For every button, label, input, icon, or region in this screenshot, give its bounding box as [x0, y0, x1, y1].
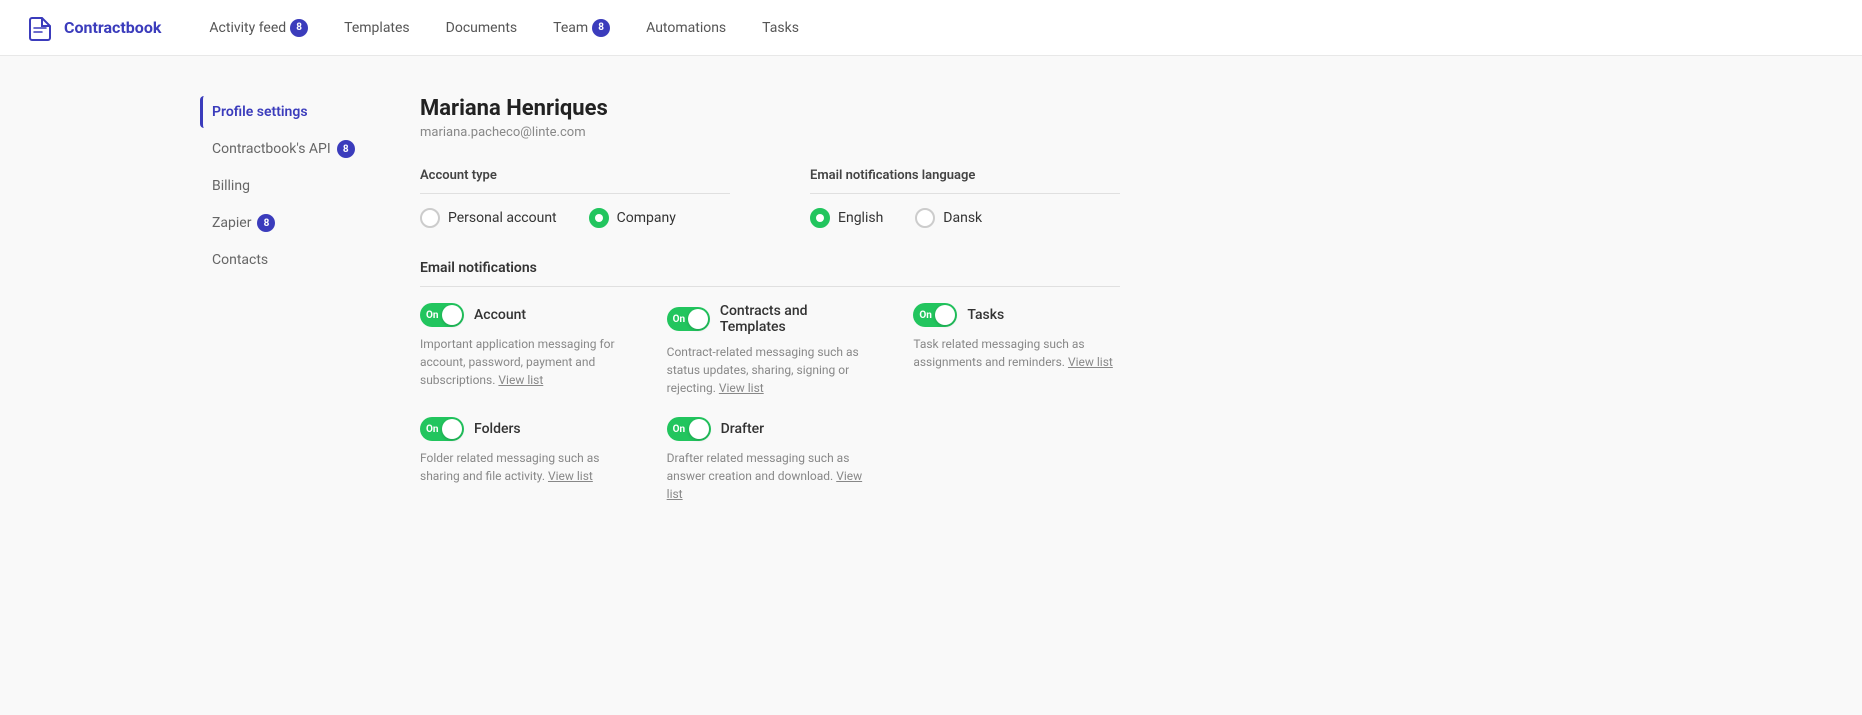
toggle-knob-contracts	[688, 309, 708, 329]
sidebar-item-contacts[interactable]: Contacts	[200, 244, 380, 276]
notifications-grid-top: On Account Important application messagi…	[420, 303, 1120, 397]
view-list-tasks[interactable]: View list	[1068, 355, 1113, 369]
toggle-contracts[interactable]: On	[667, 307, 710, 331]
notif-desc-contracts: Contract-related messaging such as statu…	[667, 343, 874, 397]
notif-tasks: On Tasks Task related messaging such as …	[913, 303, 1120, 397]
notif-desc-account: Important application messaging for acco…	[420, 335, 627, 389]
sidebar-item-zapier[interactable]: Zapier 8	[200, 206, 380, 240]
radio-dansk[interactable]: Dansk	[915, 208, 982, 228]
toggle-knob-tasks	[935, 305, 955, 325]
main-content: Mariana Henriques mariana.pacheco@linte.…	[420, 96, 1120, 675]
email-language-label: Email notifications language	[810, 168, 1120, 194]
nav-item-activity-feed[interactable]: Activity feed 8	[193, 11, 324, 45]
notif-folders: On Folders Folder related messaging such…	[420, 417, 627, 503]
radio-label-dansk: Dansk	[943, 210, 982, 226]
sidebar-item-billing[interactable]: Billing	[200, 170, 380, 202]
notif-drafter: On Drafter Drafter related messaging suc…	[667, 417, 874, 503]
toggle-knob-drafter	[689, 419, 709, 439]
nav-item-documents[interactable]: Documents	[430, 11, 533, 45]
toggle-knob-folders	[442, 419, 462, 439]
notif-desc-folders: Folder related messaging such as sharing…	[420, 449, 627, 485]
nav-label: Tasks	[762, 20, 799, 36]
view-list-account[interactable]: View list	[498, 373, 543, 387]
view-list-folders[interactable]: View list	[548, 469, 593, 483]
account-type-label: Account type	[420, 168, 730, 194]
radio-english[interactable]: English	[810, 208, 883, 228]
notif-name-folders: Folders	[474, 421, 521, 437]
navbar: Contractbook Activity feed 8 Templates D…	[0, 0, 1862, 56]
toggle-drafter[interactable]: On	[667, 417, 711, 441]
radio-circle-personal[interactable]	[420, 208, 440, 228]
toggle-tasks[interactable]: On	[913, 303, 957, 327]
notif-name-drafter: Drafter	[721, 421, 764, 437]
radio-personal[interactable]: Personal account	[420, 208, 557, 228]
nav-item-tasks[interactable]: Tasks	[746, 11, 815, 45]
settings-row-account: Account type Personal account Company Em…	[420, 168, 1120, 228]
notif-desc-drafter: Drafter related messaging such as answer…	[667, 449, 874, 503]
notif-name-contracts: Contracts and Templates	[720, 303, 874, 335]
sidebar-label: Zapier	[212, 215, 251, 231]
sidebar-item-api[interactable]: Contractbook's API 8	[200, 132, 380, 166]
notif-contracts: On Contracts and Templates Contract-rela…	[667, 303, 874, 397]
sidebar-badge-zapier: 8	[257, 214, 275, 232]
toggle-label-tasks: On	[919, 310, 932, 321]
notif-toggle-row-drafter: On Drafter	[667, 417, 874, 441]
nav-label: Team	[553, 20, 588, 36]
nav-item-automations[interactable]: Automations	[630, 11, 742, 45]
nav-items: Activity feed 8 Templates Documents Team…	[193, 11, 815, 45]
toggle-label-account: On	[426, 310, 439, 321]
toggle-account[interactable]: On	[420, 303, 464, 327]
notifications-grid-bottom: On Folders Folder related messaging such…	[420, 417, 1120, 503]
radio-label-english: English	[838, 210, 883, 226]
nav-label: Documents	[446, 20, 517, 36]
notif-account: On Account Important application messagi…	[420, 303, 627, 397]
notif-name-tasks: Tasks	[967, 307, 1004, 323]
radio-circle-company[interactable]	[589, 208, 609, 228]
nav-item-team[interactable]: Team 8	[537, 11, 626, 45]
logo[interactable]: Contractbook	[24, 12, 161, 44]
nav-label: Activity feed	[209, 20, 286, 36]
toggle-knob-account	[442, 305, 462, 325]
toggle-label-contracts: On	[673, 314, 686, 325]
toggle-label-folders: On	[426, 424, 439, 435]
sidebar-label: Contacts	[212, 252, 268, 268]
notif-toggle-row-account: On Account	[420, 303, 627, 327]
notif-toggle-row-folders: On Folders	[420, 417, 627, 441]
sidebar-badge-api: 8	[337, 140, 355, 158]
notif-desc-tasks: Task related messaging such as assignmen…	[913, 335, 1120, 371]
radio-circle-dansk[interactable]	[915, 208, 935, 228]
sidebar: Profile settings Contractbook's API 8 Bi…	[200, 96, 420, 675]
sidebar-item-profile-settings[interactable]: Profile settings	[200, 96, 380, 128]
nav-label: Automations	[646, 20, 726, 36]
radio-label-personal: Personal account	[448, 210, 557, 226]
radio-label-company: Company	[617, 210, 676, 226]
notif-toggle-row-contracts: On Contracts and Templates	[667, 303, 874, 335]
radio-circle-english[interactable]	[810, 208, 830, 228]
view-list-drafter[interactable]: View list	[667, 469, 863, 501]
email-notifications-header: Email notifications	[420, 260, 1120, 287]
nav-badge-activity: 8	[290, 19, 308, 37]
logo-text: Contractbook	[64, 18, 161, 37]
user-email: mariana.pacheco@linte.com	[420, 125, 1120, 140]
radio-company[interactable]: Company	[589, 208, 676, 228]
nav-label: Templates	[344, 20, 410, 36]
toggle-label-drafter: On	[673, 424, 686, 435]
user-name: Mariana Henriques	[420, 96, 1120, 121]
email-language-options: English Dansk	[810, 208, 1120, 228]
page-content: Profile settings Contractbook's API 8 Bi…	[0, 56, 1862, 715]
sidebar-label: Contractbook's API	[212, 141, 331, 157]
account-type-options: Personal account Company	[420, 208, 730, 228]
email-language-col: Email notifications language English Dan…	[810, 168, 1120, 228]
nav-badge-team: 8	[592, 19, 610, 37]
sidebar-label: Profile settings	[212, 104, 308, 120]
sidebar-label: Billing	[212, 178, 250, 194]
view-list-contracts[interactable]: View list	[719, 381, 764, 395]
notif-toggle-row-tasks: On Tasks	[913, 303, 1120, 327]
notif-name-account: Account	[474, 307, 526, 323]
toggle-folders[interactable]: On	[420, 417, 464, 441]
account-type-col: Account type Personal account Company	[420, 168, 730, 228]
nav-item-templates[interactable]: Templates	[328, 11, 426, 45]
